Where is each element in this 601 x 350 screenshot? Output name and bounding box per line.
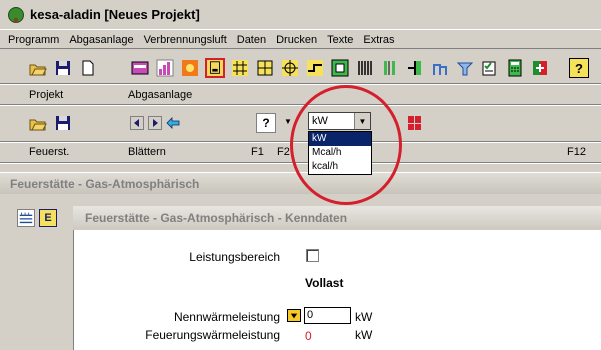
menu-extras[interactable]: Extras [359,34,398,46]
next-arrow-icon[interactable] [148,116,162,130]
toolbar-blaettern [130,116,184,130]
inner-panel-title: Feuerstätte - Gas-Atmosphärisch - Kennda… [73,206,601,230]
menu-abgasanlage[interactable]: Abgasanlage [65,34,137,46]
bar-chart-icon[interactable] [155,58,175,78]
unit-option-kcal[interactable]: kcal/h [309,160,371,174]
unit-option-mcal[interactable]: Mcal/h [309,146,371,160]
medical-plus-icon[interactable] [530,58,550,78]
dropdown-toggle-icon[interactable] [287,309,301,322]
unit-select-value: kW [312,115,328,127]
save-disk-icon[interactable] [53,58,73,78]
double-wall-icon[interactable] [380,58,400,78]
nennwaerme-unit: kW [355,310,373,324]
open-folder-icon[interactable] [28,58,48,78]
vollast-label: Vollast [305,276,344,290]
feuerung-value: 0 [305,329,312,343]
title-bar: kesa-aladin [Neues Projekt] [0,0,601,30]
help-question-icon[interactable]: ? [256,113,276,133]
leistungsbereich-label: Leistungsbereich [189,250,280,264]
group-label-f12: F12 [567,146,586,158]
menu-drucken[interactable]: Drucken [272,34,321,46]
chimney-section-icon[interactable] [330,58,350,78]
e-box-icon[interactable]: E [39,209,57,227]
crosshair-icon[interactable] [280,58,300,78]
toolbar-separator [0,141,601,143]
group-label-f2: F2 [277,146,290,158]
app-tree-icon [8,6,24,23]
unit-select[interactable]: kW ▼ [308,112,371,130]
grid-view-icon[interactable] [408,116,422,130]
group-label-f1: F1 [251,146,264,158]
group-label-abgasanlage: Abgasanlage [128,89,193,101]
help-question-icon[interactable]: ? [569,58,589,78]
leistungsbereich-checkbox[interactable] [306,249,319,262]
toolbar-project [28,58,103,78]
boiler-icon[interactable] [205,58,225,78]
group-label-blaettern: Blättern [128,146,166,158]
form-sheet-icon[interactable] [130,58,150,78]
t-joint-icon[interactable] [405,58,425,78]
unit-option-kw[interactable]: kW [309,132,371,146]
toolbar-feuerstaette [28,113,78,133]
feuerung-label: Feuerungswärmeleistung [145,328,280,342]
roof-outlet-icon[interactable] [455,58,475,78]
menu-texte[interactable]: Texte [323,34,357,46]
left-icon-strip [0,196,72,350]
nennwaerme-input[interactable]: 0 [304,307,351,324]
previous-arrow-icon[interactable] [130,116,144,130]
outer-panel-title: Feuerstätte - Gas-Atmosphärisch [0,172,601,194]
pipe-bend-icon[interactable] [305,58,325,78]
window-title: kesa-aladin [Neues Projekt] [30,7,200,22]
flue-duct-icon[interactable] [430,58,450,78]
toolbar-separator [0,104,601,106]
burner-rows-icon[interactable] [17,209,35,227]
menu-verbrennungsluft[interactable]: Verbrennungsluft [140,34,231,46]
new-document-icon[interactable] [78,58,98,78]
back-arrow-icon[interactable] [166,116,180,130]
save-disk-icon[interactable] [53,113,73,133]
open-folder-icon[interactable] [28,113,48,133]
nennwaerme-label: Nennwärmeleistung [173,310,280,324]
grid-hash-icon[interactable] [230,58,250,78]
menu-bar: Programm Abgasanlage Verbrennungsluft Da… [0,31,601,49]
calculator-icon[interactable] [505,58,525,78]
stripes-icon[interactable] [355,58,375,78]
menu-daten[interactable]: Daten [233,34,270,46]
feuerung-unit: kW [355,328,373,342]
unit-dropdown-list: kW Mcal/h kcal/h [308,131,372,175]
checklist-icon[interactable] [480,58,500,78]
group-label-feuerstaette: Feuerst. [29,146,70,158]
burner-flame-icon[interactable] [180,58,200,78]
menu-programm[interactable]: Programm [4,34,63,46]
group-label-projekt: Projekt [29,89,64,101]
window-frame-icon[interactable] [255,58,275,78]
chevron-down-icon[interactable]: ▼ [354,113,370,129]
toolbar-abgasanlage [130,58,555,78]
chevron-down-icon[interactable]: ▼ [284,117,292,126]
toolbar-separator [0,162,601,164]
toolbar-separator [0,83,601,85]
